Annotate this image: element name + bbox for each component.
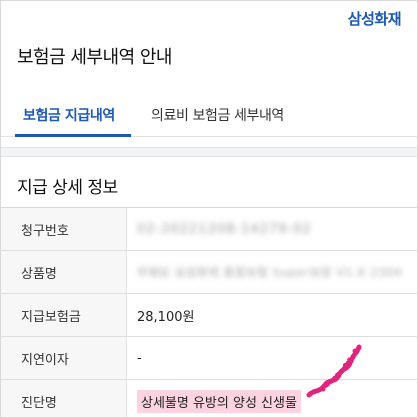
tab-payment-details[interactable]: 보험금 지급내역 [23, 105, 115, 125]
section-divider [1, 147, 417, 157]
row-label-delay-interest: 지연이자 [1, 337, 127, 379]
diagnosis-value: 상세불명 유방의 양성 신생물 [137, 389, 301, 413]
brand-logo: 삼성화재 [347, 10, 402, 28]
section-title: 지급 상세 정보 [17, 178, 118, 198]
tab-medical-expense-details[interactable]: 의료비 보험금 세부내역 [151, 105, 284, 125]
delay-interest-value: - [137, 350, 142, 366]
table-row: 상품명 무배당 삼성화재 통합보험 Super보장 V1.0 2304 [1, 251, 417, 294]
pink-scribble-icon [306, 344, 362, 398]
screenshot-frame: 삼성화재 보험금 세부내역 안내 보험금 지급내역 의료비 보험금 세부내역 지… [0, 0, 418, 418]
paid-amount-value: 28,100원 [137, 309, 195, 325]
row-value-diagnosis: 상세불명 유방의 양성 신생물 [127, 380, 417, 417]
page-title: 보험금 세부내역 안내 [17, 47, 172, 68]
row-label-paid-amount: 지급보험금 [1, 294, 127, 336]
table-row: 지급보험금 28,100원 [1, 294, 417, 337]
tab-bar: 보험금 지급내역 의료비 보험금 세부내역 [1, 99, 417, 137]
row-label-product-name: 상품명 [1, 251, 127, 293]
row-value-product-name: 무배당 삼성화재 통합보험 Super보장 V1.0 2304 [127, 251, 417, 293]
row-label-claim-number: 청구번호 [1, 208, 127, 250]
product-name-value: 무배당 삼성화재 통합보험 Super보장 V1.0 2304 [137, 266, 403, 279]
active-tab-indicator [15, 134, 131, 137]
claim-number-value: 02-20221208-14279-02 [137, 221, 312, 237]
table-row: 청구번호 02-20221208-14279-02 [1, 208, 417, 251]
row-label-diagnosis: 진단명 [1, 380, 127, 417]
row-value-claim-number: 02-20221208-14279-02 [127, 208, 417, 250]
